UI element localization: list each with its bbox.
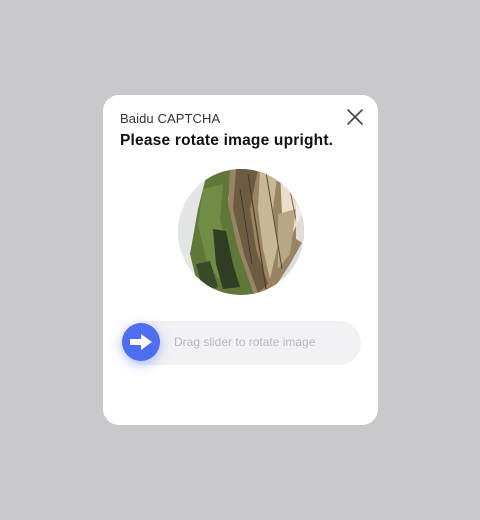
slider-hint: Drag slider to rotate image xyxy=(174,335,316,349)
close-icon[interactable] xyxy=(346,108,364,126)
captcha-rotated-image xyxy=(178,169,304,295)
arrow-right-icon xyxy=(130,334,152,350)
captcha-dialog: Baidu CAPTCHA Please rotate image uprigh… xyxy=(103,95,378,425)
captcha-instruction: Please rotate image upright. xyxy=(120,132,334,149)
captcha-brand: Baidu CAPTCHA xyxy=(120,111,221,126)
slider-handle[interactable] xyxy=(122,323,160,361)
